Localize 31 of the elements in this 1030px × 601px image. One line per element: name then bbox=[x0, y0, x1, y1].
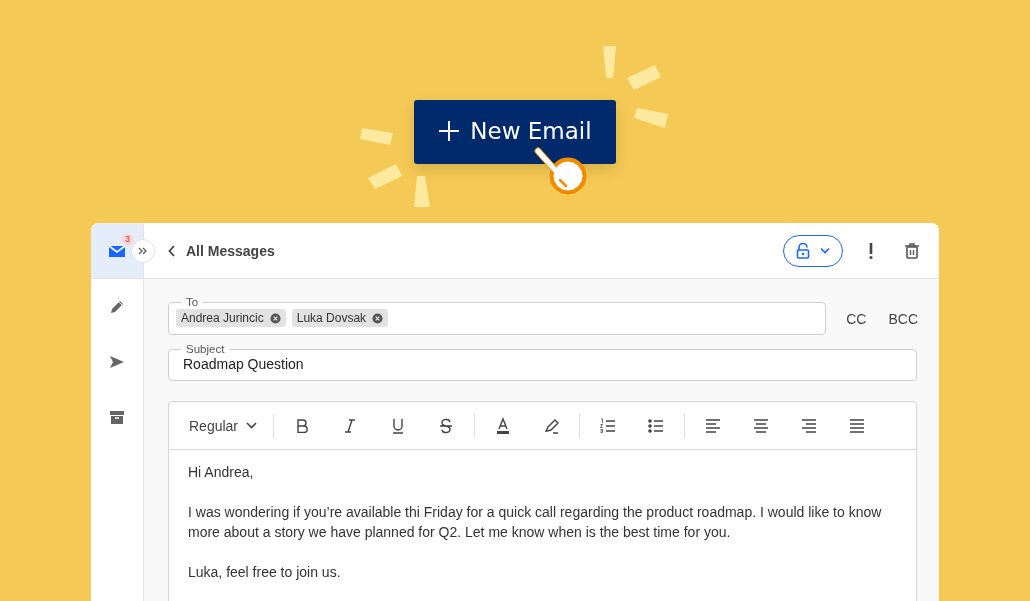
new-email-button[interactable]: New Email bbox=[414, 100, 616, 164]
chevron-down-icon bbox=[246, 422, 258, 429]
message-editor[interactable] bbox=[168, 401, 917, 601]
subject-field[interactable]: Subject Roadmap Question bbox=[168, 343, 917, 381]
back-link[interactable]: All Messages bbox=[168, 242, 275, 259]
delete-button[interactable] bbox=[905, 242, 919, 259]
remove-icon bbox=[269, 312, 281, 324]
to-field[interactable]: To Andrea Jurincic Luka Dovsak bbox=[168, 296, 827, 335]
priority-button[interactable] bbox=[869, 242, 873, 259]
trash-icon bbox=[905, 242, 919, 259]
cc-button[interactable]: CC bbox=[846, 311, 867, 327]
sidebar-item[interactable]: 3 bbox=[91, 223, 143, 279]
format-dropdown[interactable]: Regular bbox=[179, 417, 268, 434]
field-label: To bbox=[186, 296, 199, 308]
field-label: Subject bbox=[186, 343, 225, 355]
recipient-chip[interactable]: Andrea Jurincic bbox=[176, 309, 286, 327]
email-paragraph: Hi Andrea, bbox=[188, 463, 255, 482]
email-paragraph: Luka, feel free to join us. bbox=[188, 563, 342, 582]
exclamation-icon bbox=[869, 242, 873, 259]
unread-badge: 3 bbox=[121, 232, 134, 246]
padlock-icon bbox=[796, 242, 810, 259]
plus-icon bbox=[438, 120, 461, 142]
subject-text: Roadmap Question bbox=[183, 356, 304, 372]
email-paragraph: I was wondering if you’re available thi Friday for a quick call regarding the product roadmap. I would like to know more about a story we have planned for Q2. Let me know when is the best time for you. bbox=[188, 503, 883, 542]
double-chevron-icon bbox=[138, 246, 148, 256]
chevron-left-icon bbox=[168, 244, 176, 257]
security-dropdown[interactable] bbox=[783, 234, 843, 267]
chevron-down-icon bbox=[820, 247, 830, 254]
recipient-chip[interactable]: Luka Dovsak bbox=[291, 309, 389, 327]
remove-icon bbox=[372, 312, 384, 324]
bcc-button[interactable]: BCC bbox=[888, 311, 918, 327]
